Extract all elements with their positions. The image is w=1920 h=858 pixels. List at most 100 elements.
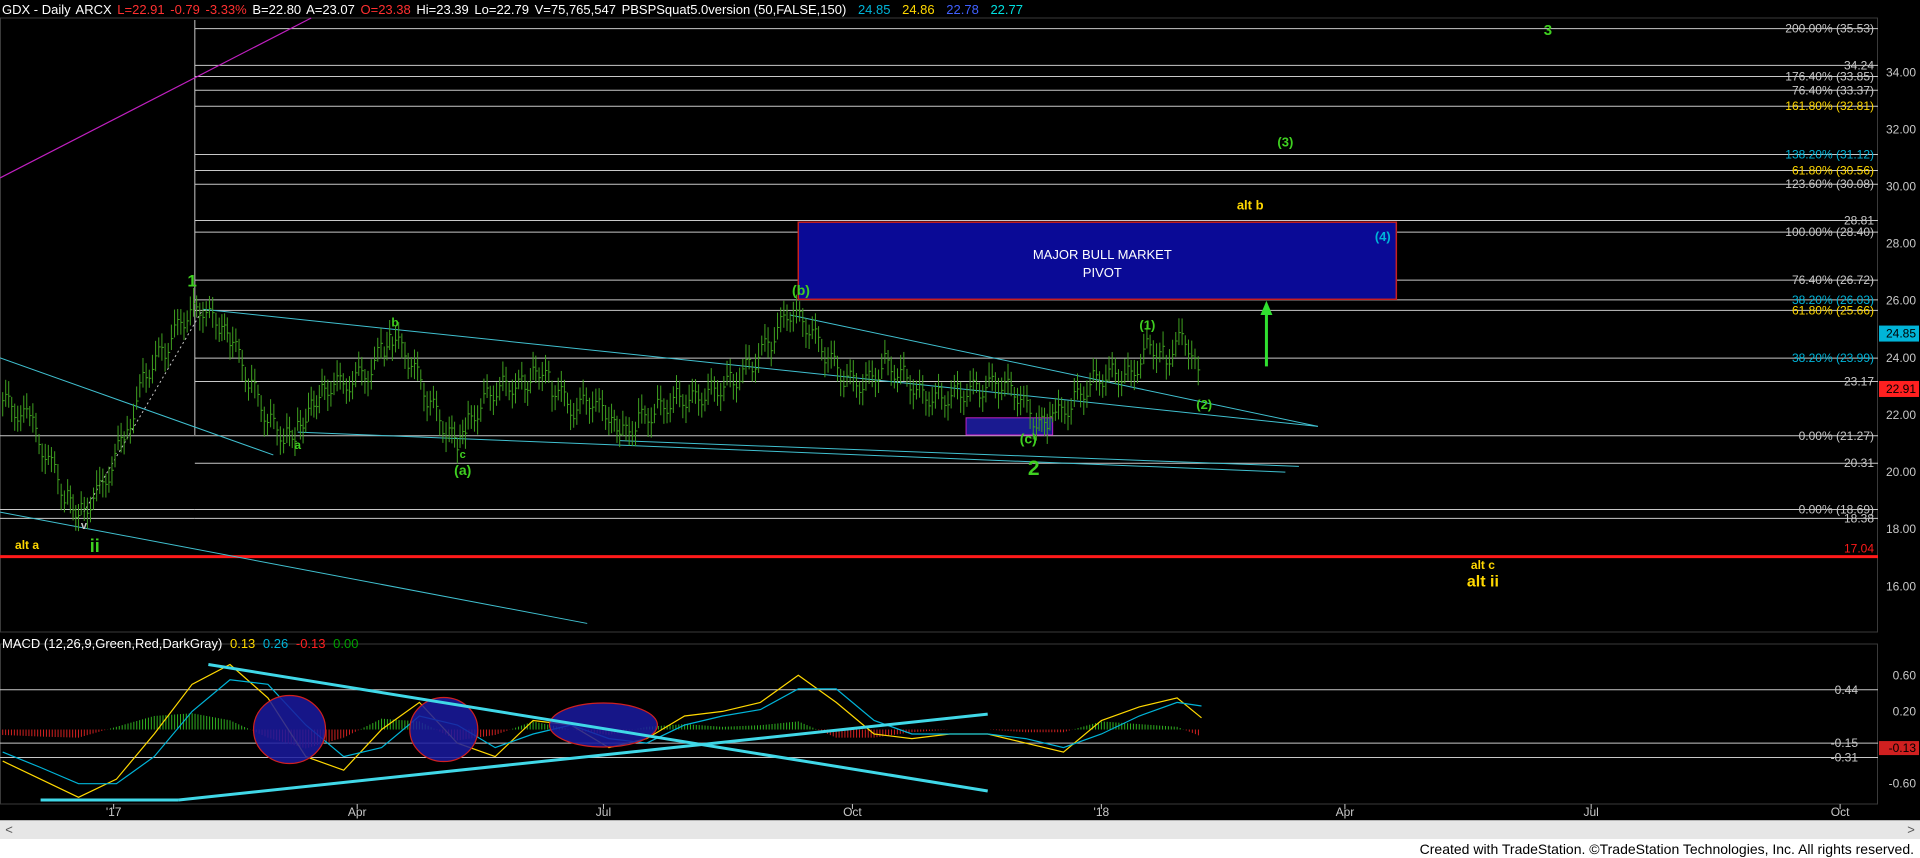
wave-connector [83, 309, 204, 513]
level-label: 100.00% (28.40) [1785, 225, 1874, 239]
chart-canvas: 200.00% (35.53)34.24176.40% (33.85)76.40… [0, 17, 1919, 819]
chart-header: GDX - Daily ARCX L=22.91 -0.79 -3.33% B=… [2, 2, 1025, 18]
level-label: 138.20% (31.12) [1785, 148, 1874, 162]
indicator-value-3: 22.78 [946, 2, 979, 17]
up-arrow-head-icon [1260, 300, 1273, 316]
level-label: 176.40% (33.85) [1785, 70, 1874, 84]
level-label: 20.31 [1844, 456, 1874, 470]
wave-label: v [81, 520, 88, 532]
time-tick-label: Jul [1583, 805, 1598, 819]
scroll-left-arrow-icon[interactable]: < [0, 821, 18, 839]
macd-tick-label: -0.60 [1889, 777, 1917, 791]
indicator-value-2: 24.86 [902, 2, 935, 17]
macd-value-2: 0.26 [262, 636, 289, 651]
indicator-name: PBSPSquat5.0version (50,FALSE,150) [621, 2, 847, 17]
wave-label: a [294, 438, 301, 452]
price-tick-label: 18.00 [1886, 522, 1916, 536]
time-tick-label: '18 [1094, 805, 1110, 819]
price-tick-label: 26.00 [1886, 294, 1916, 308]
support-label: 17.04 [1844, 542, 1874, 556]
macd-panel: 0.44 -0.15-0.31 0.60 0.20 -0.60 -0.13 [0, 643, 1919, 805]
last-price: L=22.91 [117, 2, 165, 17]
wave-label: 1 [187, 271, 196, 290]
last-price-tag-label: 22.91 [1886, 382, 1916, 396]
wave-label: (4) [1375, 229, 1391, 244]
wave-label: alt a [15, 538, 39, 552]
time-tick-label: Apr [1336, 805, 1355, 819]
macd-tick-label: 0.60 [1893, 668, 1917, 682]
time-tick-label: Apr [348, 805, 367, 819]
symbol-title: GDX - Daily [2, 2, 71, 17]
trend-line-lower-2 [619, 440, 1299, 467]
level-label: 161.80% (32.81) [1785, 99, 1874, 113]
pivot-box-line1: MAJOR BULL MARKET [1033, 247, 1172, 262]
level-label: 38.20% (23.99) [1792, 351, 1874, 365]
level-label: 18.38 [1844, 511, 1874, 525]
level-label: 0.00% (21.27) [1799, 429, 1874, 443]
level-label: 123.60% (30.08) [1785, 177, 1874, 191]
open-price: O=23.38 [360, 2, 411, 17]
divergence-ellipse [548, 702, 659, 748]
exchange: ARCX [75, 2, 112, 17]
horizontal-scrollbar[interactable]: < > [0, 820, 1920, 839]
level-label: 61.80% (30.56) [1792, 164, 1874, 178]
divergence-ellipse [252, 694, 327, 765]
price-panel-border [0, 17, 1878, 633]
macd-value-4: 0.00 [333, 636, 359, 651]
macd-label: MACD (12,26,9,Green,Red,DarkGray) [2, 636, 223, 651]
wave2-box [965, 417, 1054, 436]
indicator-value-1: 24.85 [857, 2, 891, 17]
macd-header: MACD (12,26,9,Green,Red,DarkGray) 0.13 0… [2, 636, 362, 651]
price-tick-label: 24.00 [1886, 351, 1916, 365]
wave-label: alt c [1471, 558, 1495, 572]
macd-last-tag-label: -0.13 [1889, 741, 1917, 755]
time-tick-label: Jul [596, 805, 611, 819]
ask-price: A=23.07 [306, 2, 355, 17]
macd-level-label: -0.31 [1831, 751, 1859, 765]
price-tick-label: 30.00 [1886, 179, 1916, 193]
last-price-tag-label: 24.85 [1886, 327, 1916, 341]
wave-label: alt b [1237, 197, 1264, 212]
price-panel: 200.00% (35.53)34.24176.40% (33.85)76.40… [0, 17, 1919, 633]
volume: V=75,765,547 [534, 2, 616, 17]
pivot-box-line2: PIVOT [1083, 265, 1122, 280]
level-label: 61.80% (25.66) [1792, 303, 1874, 317]
level-label: 76.40% (26.72) [1792, 273, 1874, 287]
high-price: Hi=23.39 [416, 2, 469, 17]
wave-label: ii [90, 536, 100, 556]
wave-label: alt ii [1467, 573, 1499, 590]
level-label: 76.40% (33.37) [1792, 83, 1874, 97]
wave-label: (b) [792, 282, 810, 298]
price-tick-label: 32.00 [1886, 122, 1916, 136]
time-tick-label: '17 [106, 805, 122, 819]
price-tick-label: 20.00 [1886, 465, 1916, 479]
macd-value-1: 0.13 [229, 636, 256, 651]
bid-price: B=22.80 [252, 2, 302, 17]
wave-label: 2 [1028, 457, 1040, 480]
time-tick-label: Oct [1831, 805, 1850, 819]
wave-label: b [391, 315, 398, 329]
macd-value-3: -0.13 [295, 636, 326, 651]
pct-change: -3.33% [205, 2, 247, 17]
level-label: 200.00% (35.53) [1785, 22, 1874, 36]
wave-label: c [460, 449, 466, 461]
copyright-text: Created with TradeStation. ©TradeStation… [1419, 841, 1914, 857]
price-tick-label: 28.00 [1886, 237, 1916, 251]
trend-line-magenta [0, 17, 312, 179]
wave-label: (1) [1139, 317, 1155, 332]
macd-level-label: 0.44 [1835, 683, 1859, 697]
wave-label: (a) [454, 462, 471, 478]
price-tick-label: 22.00 [1886, 408, 1916, 422]
wave-label: (c) [1020, 431, 1037, 447]
low-price: Lo=22.79 [474, 2, 529, 17]
indicator-value-4: 22.77 [990, 2, 1023, 17]
scroll-right-arrow-icon[interactable]: > [1902, 821, 1920, 839]
trend-line-left-2 [0, 511, 588, 624]
wave-label: (2) [1196, 397, 1212, 412]
wave-label: (3) [1277, 135, 1293, 150]
price-tick-label: 34.00 [1886, 65, 1916, 79]
footer: Created with TradeStation. ©TradeStation… [0, 839, 1920, 858]
net-change: -0.79 [170, 2, 200, 17]
price-tick-label: 16.00 [1886, 579, 1916, 593]
macd-tick-label: 0.20 [1893, 704, 1917, 718]
